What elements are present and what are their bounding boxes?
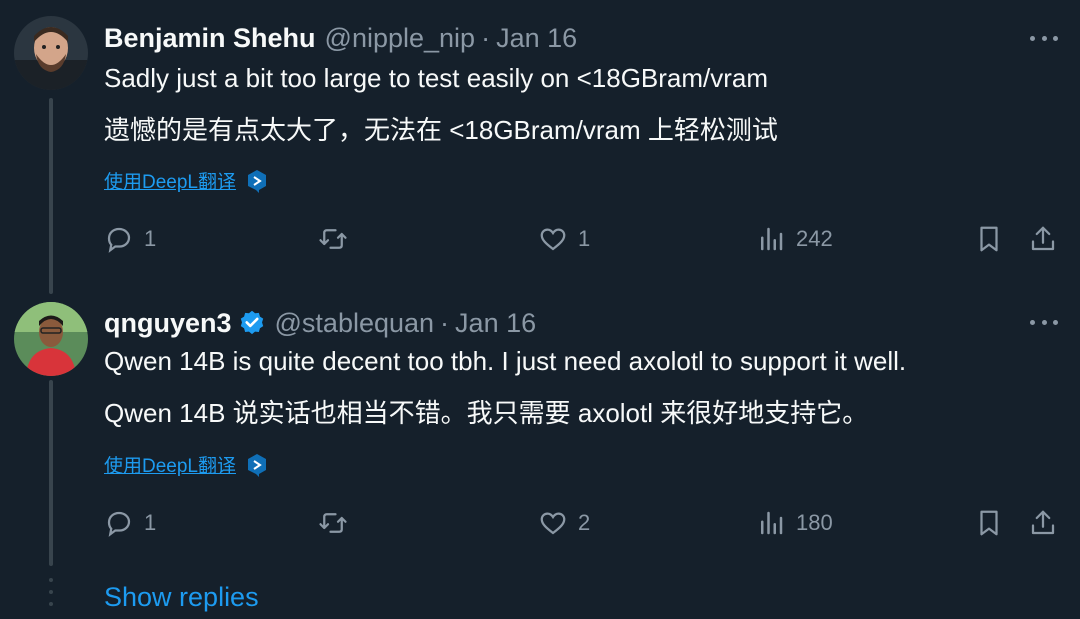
tweet[interactable]: Benjamin Shehu @nipple_nip · Jan 16 Sadl… bbox=[0, 0, 1080, 294]
share-button[interactable] bbox=[1028, 224, 1058, 254]
tweet-text: Sadly just a bit too large to test easil… bbox=[104, 63, 769, 93]
reply-icon bbox=[107, 511, 131, 537]
tweet-header: qnguyen3 @stablequan · Jan 16 bbox=[104, 304, 536, 339]
retweet-icon bbox=[319, 229, 347, 249]
bookmark-icon bbox=[980, 226, 998, 252]
retweet-button[interactable] bbox=[318, 224, 358, 254]
tweet-date[interactable]: Jan 16 bbox=[496, 22, 577, 54]
thread-line bbox=[49, 380, 53, 566]
share-icon bbox=[1031, 226, 1055, 251]
like-button[interactable]: 2 bbox=[538, 508, 590, 538]
share-button[interactable] bbox=[1028, 508, 1058, 538]
more-icon[interactable] bbox=[1030, 312, 1058, 332]
retweet-icon bbox=[319, 513, 347, 533]
thread-line bbox=[49, 98, 53, 294]
reply-count: 1 bbox=[144, 510, 157, 535]
tweet-translation: Qwen 14B 说实话也相当不错。我只需要 axolotl 来很好地支持它。 bbox=[104, 398, 869, 428]
reply-count: 1 bbox=[144, 226, 157, 251]
reply-icon bbox=[107, 227, 131, 253]
like-count: 2 bbox=[578, 510, 591, 535]
translate-label: 使用DeepL翻译 bbox=[104, 172, 236, 193]
like-count: 1 bbox=[578, 226, 591, 251]
reply-thread: Benjamin Shehu @nipple_nip · Jan 16 Sadl… bbox=[0, 0, 1080, 619]
views-count: 180 bbox=[796, 510, 833, 535]
reply-button[interactable]: 1 bbox=[104, 508, 156, 538]
tweet-header: Benjamin Shehu @nipple_nip · Jan 16 bbox=[104, 22, 577, 54]
bookmark-button[interactable] bbox=[974, 224, 1004, 254]
views-count: 242 bbox=[796, 226, 833, 251]
verified-badge-icon bbox=[240, 310, 263, 335]
tweet-text: Qwen 14B is quite decent too tbh. I just… bbox=[104, 346, 907, 376]
views-icon bbox=[761, 511, 783, 535]
show-replies-link[interactable]: Show replies bbox=[104, 580, 259, 614]
author-handle[interactable]: @nipple_nip bbox=[325, 22, 476, 54]
translate-link[interactable]: 使用DeepL翻译 bbox=[104, 451, 268, 478]
tweet-date[interactable]: Jan 16 bbox=[455, 307, 536, 339]
tweet-actions: 1 1 242 bbox=[104, 224, 1060, 258]
views-button[interactable]: 242 bbox=[756, 224, 833, 254]
reply-button[interactable]: 1 bbox=[104, 224, 156, 254]
like-icon bbox=[540, 512, 566, 535]
views-icon bbox=[761, 227, 783, 251]
bookmark-icon bbox=[980, 510, 998, 536]
separator: · bbox=[440, 308, 450, 338]
deepl-icon bbox=[248, 453, 266, 477]
share-icon bbox=[1031, 510, 1055, 535]
author-handle[interactable]: @stablequan bbox=[275, 307, 435, 339]
bookmark-button[interactable] bbox=[974, 508, 1004, 538]
like-button[interactable]: 1 bbox=[538, 224, 590, 254]
retweet-button[interactable] bbox=[318, 508, 358, 538]
deepl-icon bbox=[248, 169, 266, 193]
translate-label: 使用DeepL翻译 bbox=[104, 456, 236, 477]
tweet-actions: 1 2 180 bbox=[104, 508, 1060, 542]
like-icon bbox=[540, 228, 566, 251]
separator: · bbox=[481, 23, 491, 53]
avatar[interactable] bbox=[14, 16, 88, 90]
author-name[interactable]: qnguyen3 bbox=[104, 307, 232, 339]
avatar[interactable] bbox=[14, 302, 88, 376]
more-icon[interactable] bbox=[1030, 28, 1058, 48]
thread-continuation-dots bbox=[49, 578, 53, 618]
views-button[interactable]: 180 bbox=[756, 508, 833, 538]
tweet-translation: 遗憾的是有点太大了，无法在 <18GBram/vram 上轻松测试 bbox=[104, 115, 778, 145]
author-name[interactable]: Benjamin Shehu bbox=[104, 22, 316, 54]
translate-link[interactable]: 使用DeepL翻译 bbox=[104, 167, 268, 194]
tweet[interactable]: qnguyen3 @stablequan · Jan 16 Qwen 14B i… bbox=[0, 284, 1080, 574]
